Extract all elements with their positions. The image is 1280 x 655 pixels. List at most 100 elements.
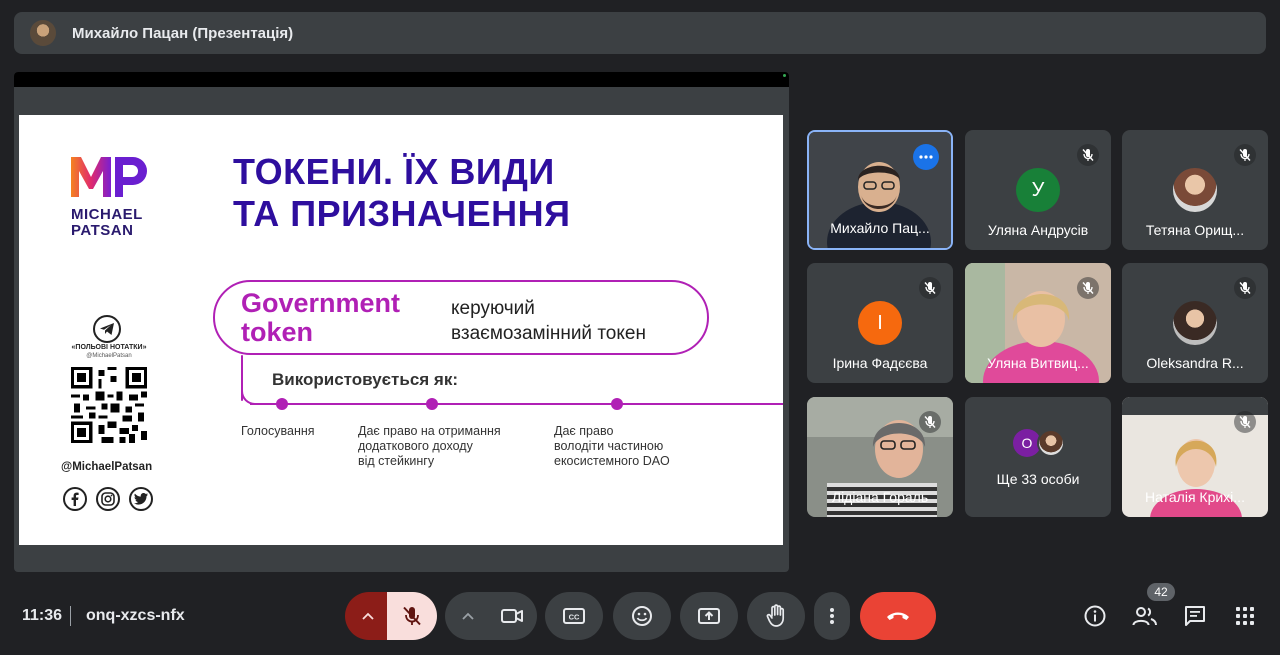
- mic-off-icon: [919, 277, 941, 299]
- presenter-bar: Михайло Пацан (Презентація): [14, 12, 1266, 54]
- participant-avatar: [1173, 301, 1217, 345]
- live-indicator: [783, 74, 786, 77]
- logo-line2: PATSAN: [71, 222, 134, 239]
- leave-call-button[interactable]: [860, 592, 936, 640]
- activities-button[interactable]: [1231, 602, 1259, 630]
- emoji-icon: [632, 606, 652, 626]
- timeline-dot: [426, 398, 438, 410]
- participant-name: Уляна Андрусів: [987, 222, 1089, 238]
- present-screen-button[interactable]: [680, 592, 738, 640]
- use-line: Голосування: [241, 424, 315, 438]
- participant-tile[interactable]: Лідіана Гораль: [807, 397, 953, 517]
- participant-name: Oleksandra R...: [1146, 355, 1244, 371]
- people-button[interactable]: [1131, 602, 1159, 630]
- hand-icon: [766, 604, 785, 627]
- participant-avatar: [1037, 429, 1065, 457]
- participant-avatar: У: [1016, 168, 1060, 212]
- meeting-time: 11:36: [22, 607, 63, 624]
- mic-off-icon: [1234, 411, 1256, 433]
- token-name-line2: token: [241, 317, 314, 347]
- call-end-icon: [887, 612, 909, 620]
- mic-off-icon: [1077, 144, 1099, 166]
- use-line: додаткового доходу: [358, 439, 473, 453]
- chat-button[interactable]: [1181, 602, 1209, 630]
- use-line: Дає право на отримання: [358, 424, 501, 438]
- presenter-avatar: [30, 20, 56, 46]
- slide: MICHAEL PATSAN ТОКЕНИ. ЇХ ВИДИ ТА ПРИЗНА…: [19, 115, 783, 545]
- more-participants-label: Ще 33 особи: [996, 471, 1080, 487]
- participant-tile[interactable]: І Ірина Фадєєва: [807, 263, 953, 383]
- token-name-line1: Government: [241, 288, 401, 318]
- reactions-button[interactable]: [613, 592, 671, 640]
- chat-icon: [1185, 606, 1205, 626]
- raise-hand-button[interactable]: [747, 592, 805, 640]
- chevron-up-icon: [462, 612, 474, 620]
- mic-off-icon: [919, 411, 941, 433]
- meeting-code[interactable]: onq-xzcs-nfx: [86, 607, 185, 625]
- microphone-toggle-button[interactable]: [387, 592, 437, 640]
- slide-title-line1: ТОКЕНИ. ЇХ ВИДИ: [233, 151, 555, 192]
- presentation-top-strip: [14, 72, 789, 87]
- use-item-voting: Голосування: [241, 424, 315, 439]
- participant-avatar: [1173, 168, 1217, 212]
- instagram-icon: [96, 487, 120, 511]
- twitter-icon: [129, 487, 153, 511]
- info-icon: [1084, 605, 1106, 627]
- participant-tile[interactable]: Наталія Крихі...: [1122, 397, 1268, 517]
- use-item-dao: Дає право володіти частиною екосистемног…: [554, 424, 670, 469]
- captions-icon: CC: [563, 608, 585, 624]
- more-options-button[interactable]: [814, 592, 850, 640]
- use-line: володіти частиною: [554, 439, 664, 453]
- telegram-handle: @MichaelPatsan: [86, 353, 132, 359]
- token-description: керуючий взаємозамінний токен: [451, 296, 711, 346]
- participant-name: Уляна Витвиц...: [987, 355, 1089, 371]
- apps-grid-icon: [1236, 607, 1254, 625]
- token-desc-line2: взаємозамінний токен: [451, 323, 646, 344]
- mic-off-icon: [403, 606, 421, 626]
- facebook-icon: [63, 487, 87, 511]
- captions-button[interactable]: CC: [545, 592, 603, 640]
- participant-name: Ірина Фадєєва: [832, 355, 928, 371]
- token-name: Government token: [241, 289, 441, 347]
- logo-text: MICHAEL PATSAN: [71, 207, 143, 239]
- use-line: екосистемного DAO: [554, 454, 670, 468]
- chevron-up-icon: [362, 612, 374, 620]
- participant-tile[interactable]: Тетяна Орищ...: [1122, 130, 1268, 250]
- participant-name: Лідіана Гораль: [831, 489, 929, 505]
- camera-toggle-button[interactable]: [487, 592, 537, 640]
- presenter-title: Михайло Пацан (Презентація): [72, 24, 294, 42]
- svg-text:CC: CC: [569, 613, 580, 622]
- telegram-icon: [93, 315, 121, 343]
- participant-name: Тетяна Орищ...: [1145, 222, 1245, 238]
- more-vert-icon: [830, 608, 834, 624]
- slide-title: ТОКЕНИ. ЇХ ВИДИ ТА ПРИЗНАЧЕННЯ: [233, 151, 653, 235]
- participant-tile[interactable]: Михайло Пац...: [807, 130, 953, 250]
- timeline-horizontal: [250, 403, 783, 405]
- use-line: Дає право: [554, 424, 614, 438]
- participant-tile[interactable]: Уляна Витвиц...: [965, 263, 1111, 383]
- camera-icon: [501, 609, 523, 623]
- participant-tile[interactable]: У Уляна Андрусів: [965, 130, 1111, 250]
- mic-off-icon: [1234, 144, 1256, 166]
- mic-off-icon: [1234, 277, 1256, 299]
- logo-line1: MICHAEL: [71, 206, 143, 223]
- video-options-button[interactable]: [445, 592, 491, 640]
- timeline-dot: [611, 398, 623, 410]
- participants-count-badge: 42: [1147, 583, 1175, 601]
- use-line: від стейкингу: [358, 454, 435, 468]
- slide-title-line2: ТА ПРИЗНАЧЕННЯ: [233, 193, 571, 234]
- participant-name: Михайло Пац...: [830, 220, 930, 236]
- qr-code-icon: [71, 367, 147, 443]
- participant-tile[interactable]: Oleksandra R...: [1122, 263, 1268, 383]
- token-desc-line1: керуючий: [451, 298, 535, 319]
- mp-logo: [71, 157, 147, 197]
- separator: [70, 606, 71, 626]
- more-participants-tile[interactable]: О Ще 33 особи: [965, 397, 1111, 517]
- social-handle: @MichaelPatsan: [61, 461, 153, 473]
- meeting-details-button[interactable]: [1081, 602, 1109, 630]
- telegram-channel-label: «ПОЛЬОВІ НОТАТКИ»: [71, 344, 147, 351]
- audio-options-button[interactable]: [345, 592, 391, 640]
- more-options-button[interactable]: [913, 144, 939, 170]
- presentation-area[interactable]: MICHAEL PATSAN ТОКЕНИ. ЇХ ВИДИ ТА ПРИЗНА…: [14, 72, 789, 572]
- used-as-label: Використовується як:: [272, 370, 459, 389]
